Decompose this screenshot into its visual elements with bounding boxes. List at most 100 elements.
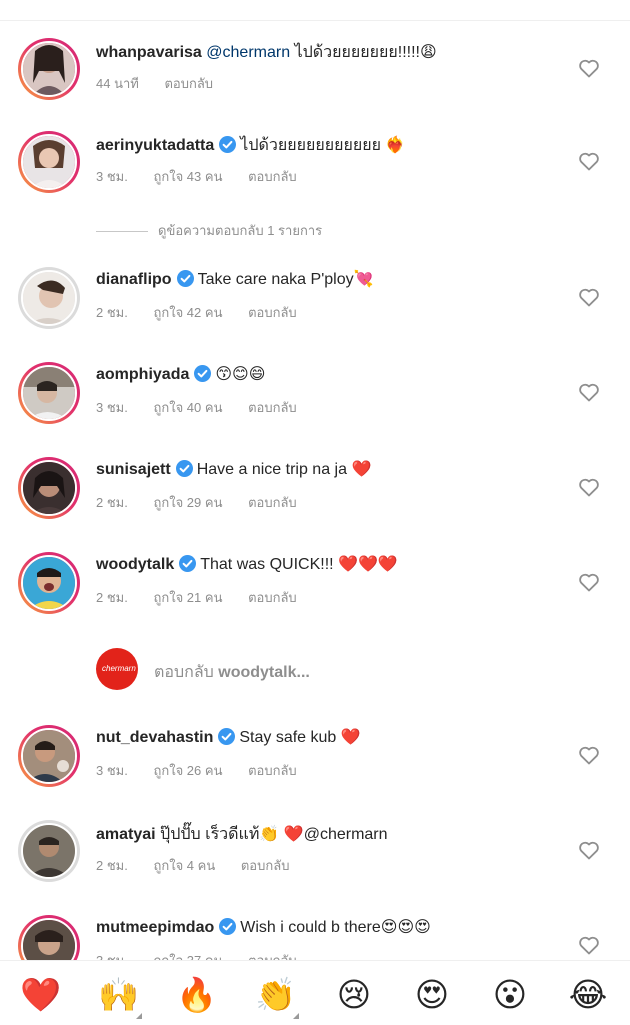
fire-emoji-button[interactable]: 🔥 xyxy=(176,975,217,1015)
raising-hands-emoji-button[interactable]: 🙌 xyxy=(98,975,142,1019)
comment-username[interactable]: dianaflipo xyxy=(96,271,172,288)
comment-time: 3 ชม. xyxy=(96,400,128,415)
clapping-hands-emoji: 👏 xyxy=(255,975,297,1014)
heart-emoji-button[interactable]: ❤️ xyxy=(20,975,61,1015)
view-replies-line xyxy=(96,231,148,233)
avatar-ring[interactable] xyxy=(18,725,80,787)
like-heart-icon[interactable] xyxy=(577,285,601,309)
comment-likes[interactable]: ถูกใจ 29 คน xyxy=(153,495,222,510)
top-divider xyxy=(0,0,630,21)
comment-item: whanpavarisa @chermarn ไปด้วยยยยยยย!!!!!… xyxy=(0,25,630,115)
comment-username[interactable]: aomphiyada xyxy=(96,366,189,383)
comment-username[interactable]: woodytalk xyxy=(96,556,174,573)
avatar[interactable] xyxy=(21,41,77,97)
avatar-ring[interactable] xyxy=(18,552,80,614)
comment-item: aerinyuktadatta ไปด้วยยยยยยยยยยย ❤️‍🔥 3 ช… xyxy=(0,118,630,208)
comment-text-line: aerinyuktadatta ไปด้วยยยยยยยยยยย ❤️‍🔥 xyxy=(96,133,405,158)
avatar-ring[interactable] xyxy=(18,38,80,100)
comment-text-line: nut_devahastin Stay safe kub ❤️ xyxy=(96,727,361,750)
comment-meta: 2 ชม. ถูกใจ 4 คน ตอบกลับ xyxy=(96,855,311,876)
comment-username[interactable]: nut_devahastin xyxy=(96,729,213,746)
comment-username[interactable]: mutmeepimdao xyxy=(96,919,214,936)
comment-time: 2 ชม. xyxy=(96,495,128,510)
surprised-face-emoji-button[interactable]: 😮 xyxy=(490,975,530,1015)
comment-time: 2 ชม. xyxy=(96,858,128,873)
comment-text: ไปด้วยยยยยยยยยยย ❤️‍🔥 xyxy=(240,137,406,154)
comment-text-line: dianaflipo Take care naka P'ploy💘 xyxy=(96,269,374,292)
avatar-ring[interactable] xyxy=(18,131,80,193)
tears-of-joy-emoji-button[interactable]: 😂 xyxy=(568,975,608,1015)
avatar-ring[interactable] xyxy=(18,267,80,329)
like-heart-icon[interactable] xyxy=(577,475,601,499)
comment-reply-button[interactable]: ตอบกลับ xyxy=(248,763,297,778)
verified-badge-icon xyxy=(219,918,237,940)
comment-time: 44 นาที xyxy=(96,76,139,91)
comment-username[interactable]: sunisajett xyxy=(96,461,171,478)
verified-badge-icon xyxy=(175,460,193,482)
comment-item: sunisajett Have a nice trip na ja ❤️ 2 ชม… xyxy=(0,444,630,534)
view-replies-label: ดูข้อความตอบกลับ 1 รายการ xyxy=(158,223,323,238)
avatar[interactable] xyxy=(21,460,77,516)
comment-reply-button[interactable]: ตอบกลับ xyxy=(248,169,297,184)
current-user-avatar: chermarn xyxy=(96,648,138,690)
heart-eyes-emoji-button[interactable]: 😍 xyxy=(412,975,452,1015)
reply-target-username: woodytalk... xyxy=(218,664,310,681)
comment-meta: 3 ชม. ถูกใจ 43 คน ตอบกลับ xyxy=(96,166,319,187)
comment-item: aomphiyada 😙😊😄 3 ชม. ถูกใจ 40 คน ตอบกลับ xyxy=(0,349,630,439)
avatar[interactable] xyxy=(21,555,77,611)
comment-text: Have a nice trip na ja ❤️ xyxy=(196,461,372,478)
like-heart-icon[interactable] xyxy=(577,56,601,80)
avatar-ring[interactable] xyxy=(18,820,80,882)
comment-text: ไปด้วยยยยยยย!!!!!😩 xyxy=(294,44,437,61)
comment-reply-button[interactable]: ตอบกลับ xyxy=(164,76,213,91)
comment-meta: 2 ชม. ถูกใจ 21 คน ตอบกลับ xyxy=(96,587,319,608)
comment-time: 2 ชม. xyxy=(96,590,128,605)
like-heart-icon[interactable] xyxy=(577,743,601,767)
comment-likes[interactable]: ถูกใจ 21 คน xyxy=(153,590,222,605)
comment-username[interactable]: amatyai xyxy=(96,826,156,843)
verified-badge-icon xyxy=(194,365,212,387)
comment-mention[interactable]: @chermarn xyxy=(206,44,290,61)
comment-text: Take care naka P'ploy💘 xyxy=(197,271,374,288)
comment-meta: 3 ชม. ถูกใจ 40 คน ตอบกลับ xyxy=(96,397,319,418)
reply-to-label[interactable]: ตอบกลับ woodytalk... xyxy=(154,660,310,685)
comment-text-line: whanpavarisa @chermarn ไปด้วยยยยยยย!!!!!… xyxy=(96,40,437,65)
clapping-hands-emoji-button[interactable]: 👏 xyxy=(255,975,299,1019)
avatar[interactable] xyxy=(21,728,77,784)
comment-reply-button[interactable]: ตอบกลับ xyxy=(248,400,297,415)
comment-reply-button[interactable]: ตอบกลับ xyxy=(248,495,297,510)
comment-username[interactable]: whanpavarisa xyxy=(96,44,202,61)
avatar-ring[interactable] xyxy=(18,457,80,519)
like-heart-icon[interactable] xyxy=(577,838,601,862)
view-replies-button[interactable]: ดูข้อความตอบกลับ 1 รายการ xyxy=(96,220,322,241)
comment-likes[interactable]: ถูกใจ 26 คน xyxy=(153,763,222,778)
comment-text: ปุ๊ปปั๊บ เร็วดีแท้👏 ❤️@chermarn xyxy=(160,826,388,843)
comment-reply-button[interactable]: ตอบกลับ xyxy=(248,590,297,605)
comment-item: woodytalk That was QUICK!!! ❤️❤️❤️ 2 ชม. … xyxy=(0,539,630,629)
comment-reply-button[interactable]: ตอบกลับ xyxy=(241,858,290,873)
crying-face-emoji-button[interactable]: 😢 xyxy=(334,975,374,1015)
comment-likes[interactable]: ถูกใจ 4 คน xyxy=(153,858,215,873)
comment-text: 😙😊😄 xyxy=(215,366,266,383)
comment-likes[interactable]: ถูกใจ 43 คน xyxy=(153,169,222,184)
verified-badge-icon xyxy=(176,270,194,292)
like-heart-icon[interactable] xyxy=(577,570,601,594)
comment-username[interactable]: aerinyuktadatta xyxy=(96,137,214,154)
avatar[interactable] xyxy=(21,823,77,879)
comment-likes[interactable]: ถูกใจ 40 คน xyxy=(153,400,222,415)
comment-item: dianaflipo Take care naka P'ploy💘 2 ชม. ถ… xyxy=(0,254,630,344)
verified-badge-icon xyxy=(179,555,197,577)
verified-badge-icon xyxy=(218,728,236,750)
like-heart-icon[interactable] xyxy=(577,933,601,957)
reply-prefix: ตอบกลับ xyxy=(154,664,214,681)
comment-item: amatyai ปุ๊ปปั๊บ เร็วดีแท้👏 ❤️@chermarn … xyxy=(0,807,630,897)
avatar[interactable] xyxy=(21,270,77,326)
avatar[interactable] xyxy=(21,134,77,190)
avatar-ring[interactable] xyxy=(18,362,80,424)
comment-reply-button[interactable]: ตอบกลับ xyxy=(248,305,297,320)
comment-likes[interactable]: ถูกใจ 42 คน xyxy=(153,305,222,320)
avatar[interactable] xyxy=(21,365,77,421)
like-heart-icon[interactable] xyxy=(577,380,601,404)
like-heart-icon[interactable] xyxy=(577,149,601,173)
verified-badge-icon xyxy=(219,136,237,158)
